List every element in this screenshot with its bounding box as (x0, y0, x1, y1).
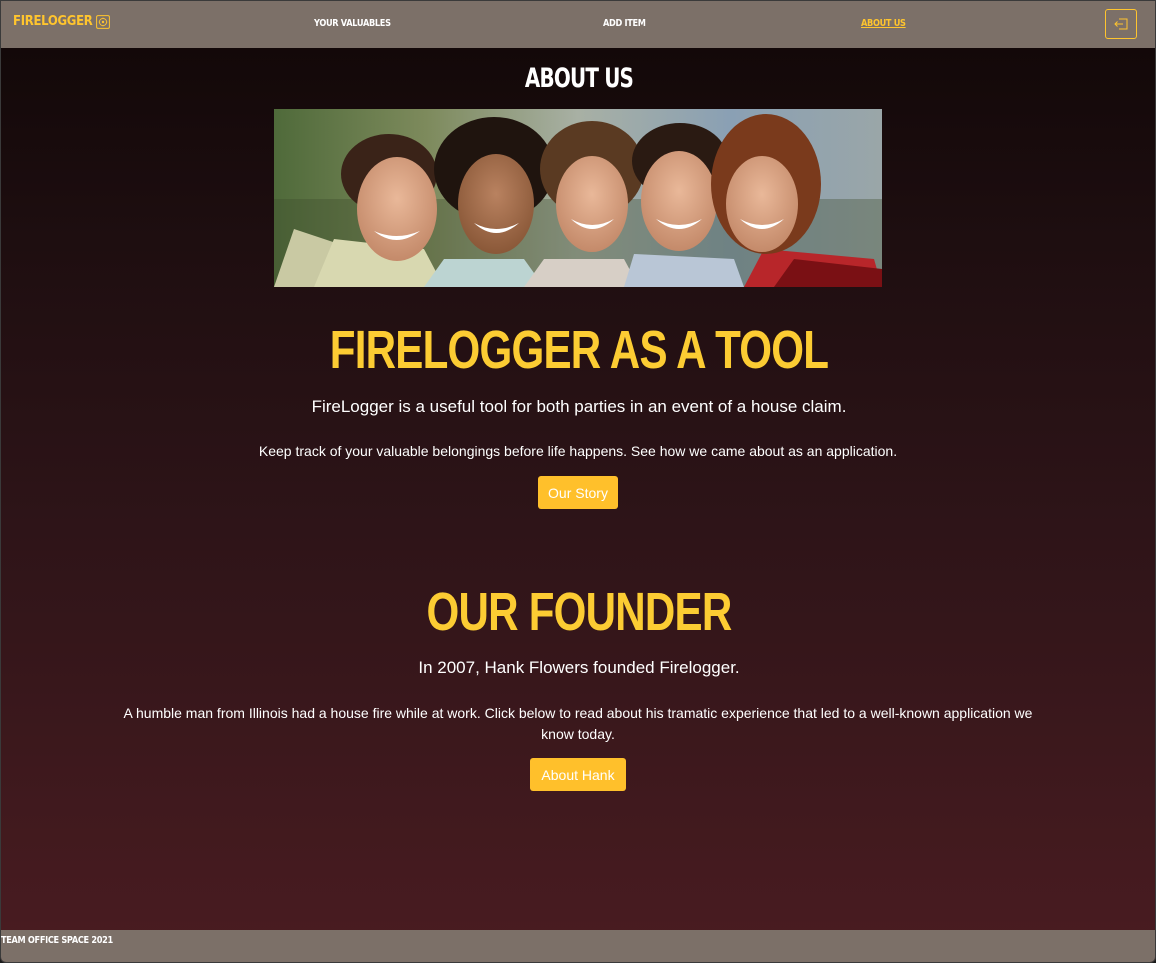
brand-link[interactable]: FIRELOGGER (13, 14, 111, 29)
team-photo (274, 109, 882, 287)
footer: TEAM OFFICE SPACE 2021 (1, 930, 1155, 962)
about-hank-button[interactable]: About Hank (530, 758, 626, 791)
brand-name: FIRELOGGER (13, 14, 93, 29)
logout-button[interactable] (1105, 9, 1137, 39)
tool-section-heading: FIRELOGGER AS A TOOL (329, 320, 829, 380)
page-title: ABOUT US (524, 63, 634, 94)
safe-icon (96, 14, 111, 29)
founder-section-heading: OUR FOUNDER (426, 582, 733, 642)
tool-section-lead: FireLogger is a useful tool for both par… (311, 397, 847, 416)
nav-about-us[interactable]: ABOUT US (861, 18, 906, 29)
sign-out-icon (1114, 15, 1128, 34)
our-story-button[interactable]: Our Story (538, 476, 618, 509)
footer-text: TEAM OFFICE SPACE 2021 (1, 935, 113, 946)
nav-add-item[interactable]: ADD ITEM (603, 18, 646, 29)
founder-section-lead: In 2007, Hank Flowers founded Firelogger… (418, 658, 740, 677)
tool-section-body: Keep track of your valuable belongings b… (258, 443, 898, 459)
page: FIRELOGGER YOUR VALUABLES ADD ITEM ABOUT… (0, 0, 1156, 963)
navbar: FIRELOGGER YOUR VALUABLES ADD ITEM ABOUT… (1, 1, 1155, 48)
founder-section-body: A humble man from Illinois had a house f… (123, 705, 1033, 742)
nav-your-valuables[interactable]: YOUR VALUABLES (314, 18, 391, 29)
